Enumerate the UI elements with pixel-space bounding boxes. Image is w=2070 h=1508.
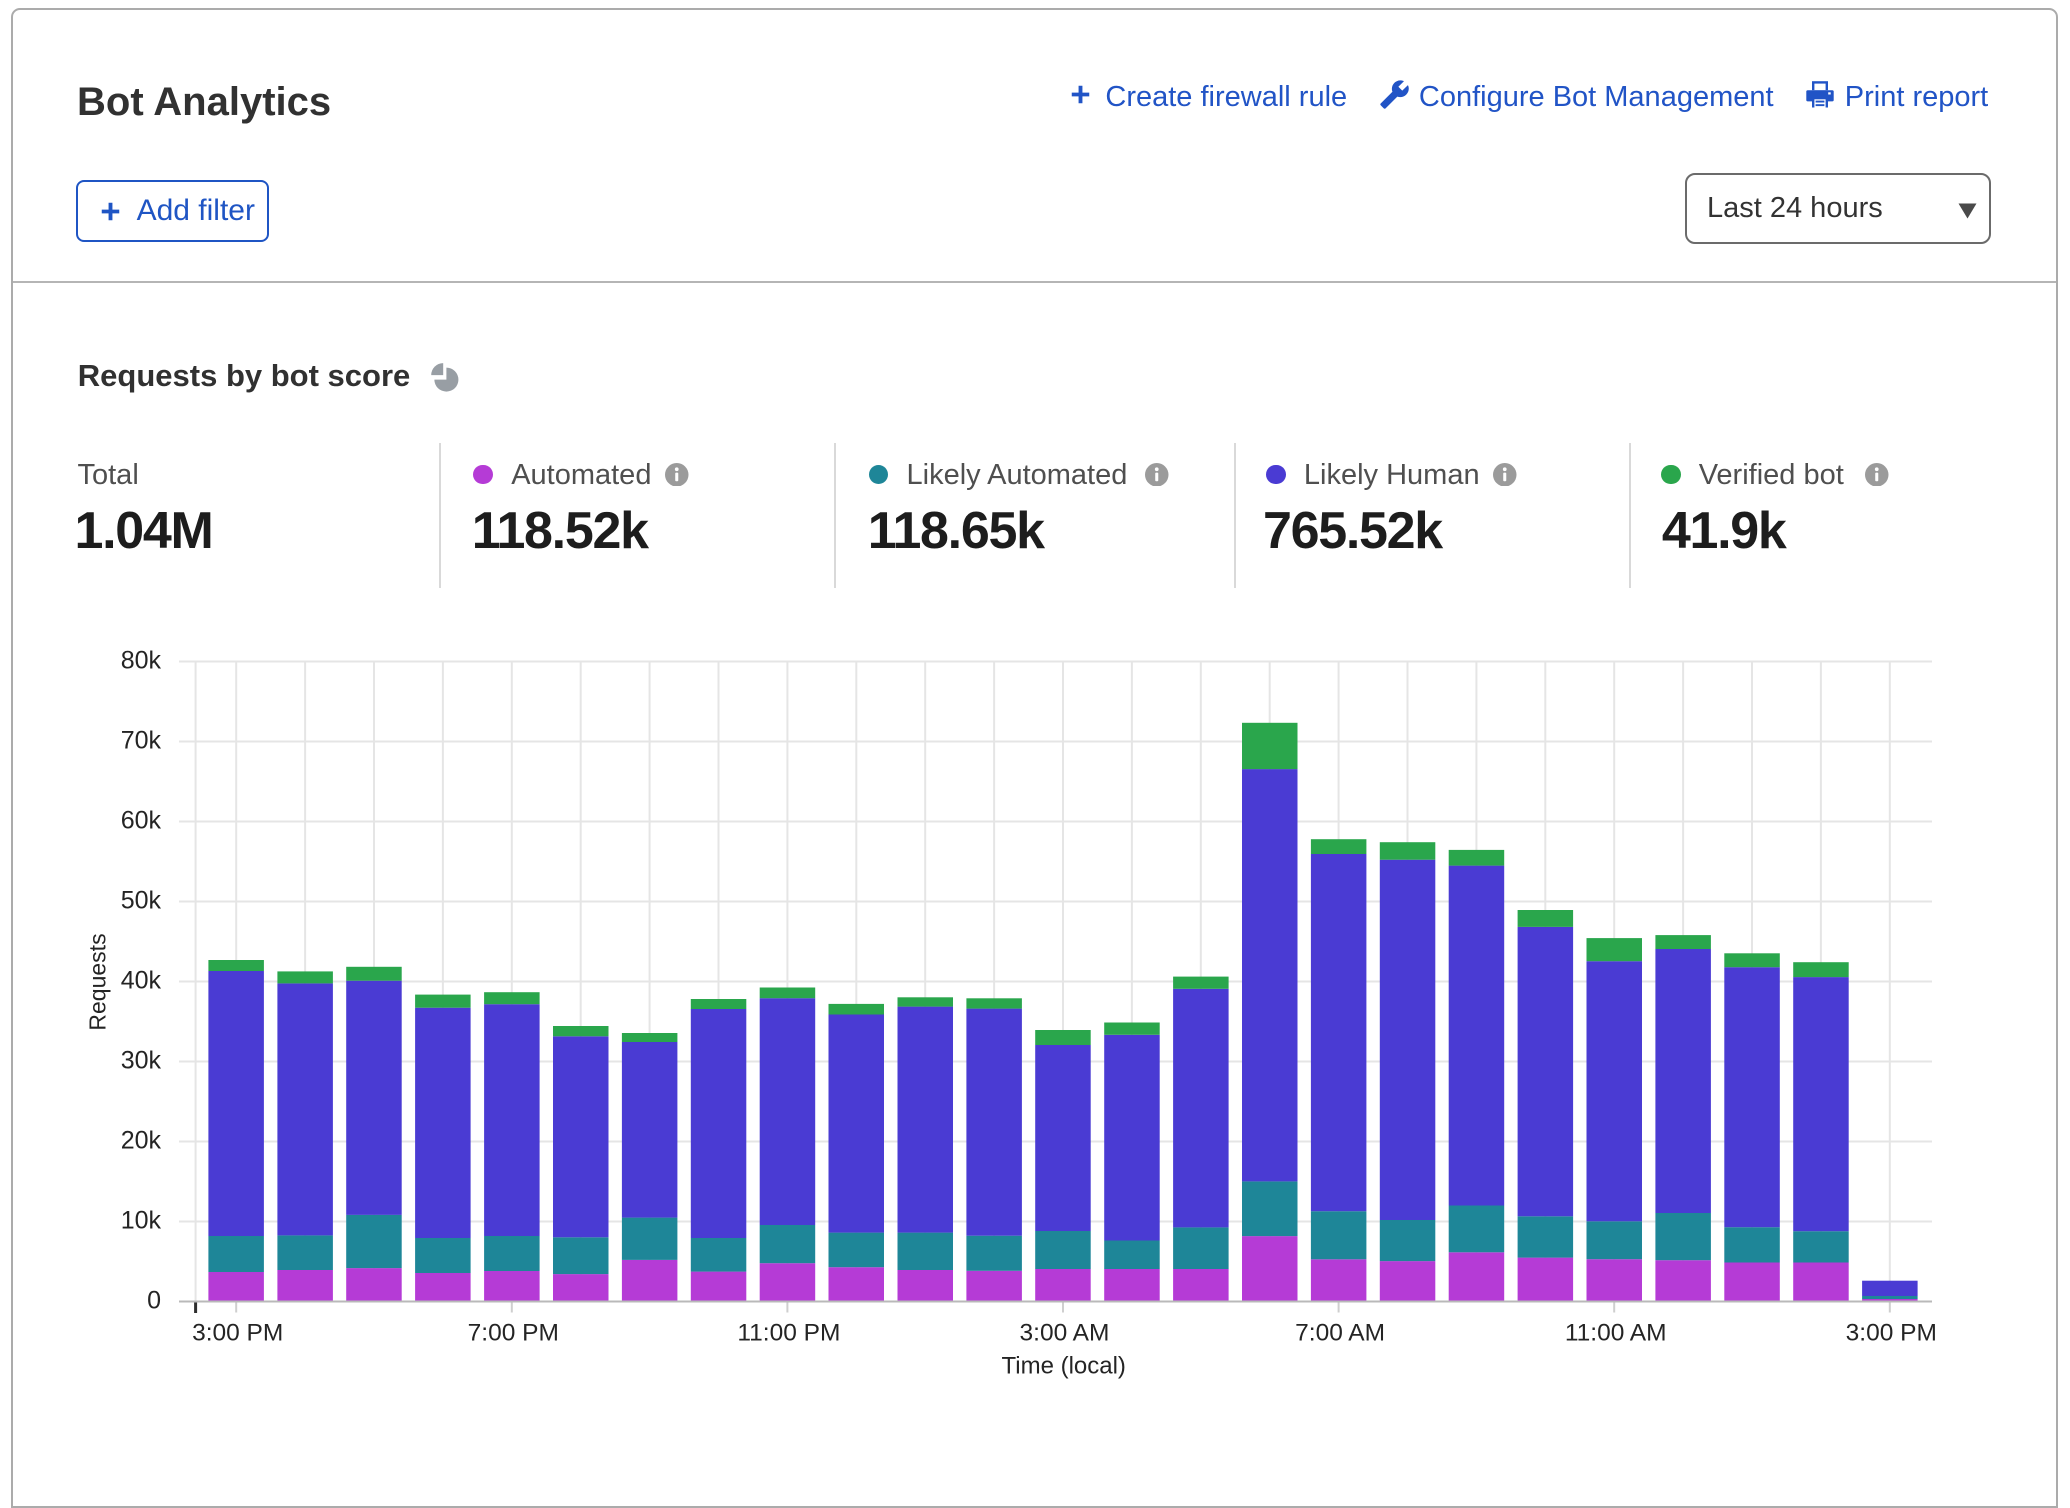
svg-text:Time (local): Time (local) (1001, 1353, 1125, 1380)
svg-text:50k: 50k (121, 887, 162, 915)
svg-text:80k: 80k (121, 647, 162, 675)
svg-text:70k: 70k (121, 727, 162, 755)
svg-text:30k: 30k (121, 1047, 162, 1075)
svg-text:3:00 PM: 3:00 PM (192, 1320, 283, 1347)
svg-text:0: 0 (147, 1287, 161, 1315)
svg-text:3:00 AM: 3:00 AM (1020, 1320, 1110, 1347)
svg-text:10k: 10k (121, 1207, 162, 1235)
svg-text:11:00 AM: 11:00 AM (1565, 1320, 1667, 1347)
svg-text:3:00 PM: 3:00 PM (1846, 1320, 1937, 1347)
svg-text:40k: 40k (121, 967, 162, 995)
svg-text:7:00 PM: 7:00 PM (468, 1320, 559, 1347)
svg-text:20k: 20k (121, 1127, 162, 1155)
svg-text:7:00 AM: 7:00 AM (1295, 1320, 1385, 1347)
svg-text:Requests: Requests (85, 933, 111, 1030)
svg-text:11:00 PM: 11:00 PM (737, 1320, 840, 1347)
svg-text:60k: 60k (121, 807, 162, 835)
